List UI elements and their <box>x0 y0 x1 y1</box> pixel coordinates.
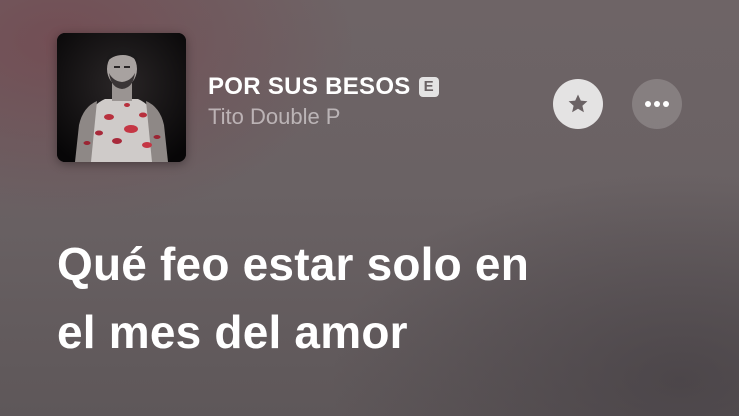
album-artwork-icon <box>57 33 186 162</box>
lyric-line-next[interactable]: el mes del amor <box>57 298 717 366</box>
more-options-button[interactable] <box>632 79 682 129</box>
track-title[interactable]: POR SUS BESOS <box>208 73 411 101</box>
explicit-badge: E <box>418 77 439 97</box>
lyric-line-current[interactable]: Qué feo estar solo en <box>57 230 717 298</box>
album-artwork[interactable] <box>57 33 186 162</box>
lyrics-panel: Qué feo estar solo en el mes del amor <box>57 230 717 366</box>
now-playing-lyrics-screen: POR SUS BESOS E Tito Double P Qué feo es… <box>0 0 739 416</box>
ellipsis-icon <box>645 101 669 107</box>
track-title-row: POR SUS BESOS E <box>208 72 528 102</box>
favorite-button[interactable] <box>553 79 603 129</box>
artist-name[interactable]: Tito Double P <box>208 104 528 130</box>
track-info: POR SUS BESOS E Tito Double P <box>208 72 528 130</box>
star-icon <box>568 94 588 113</box>
